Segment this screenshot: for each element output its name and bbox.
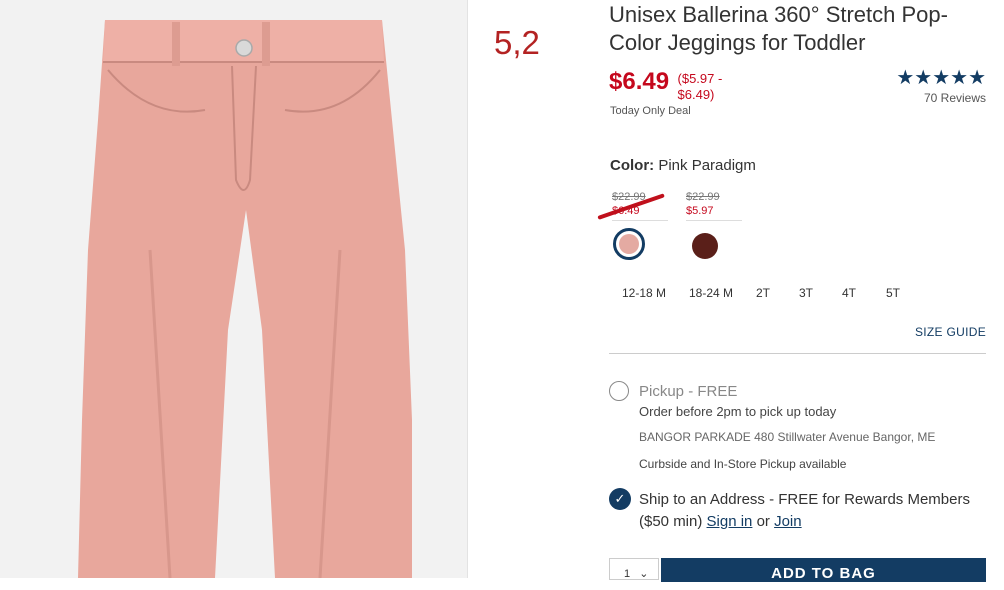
- original-price: $22.99: [686, 191, 720, 203]
- ship-option[interactable]: Ship to an Address - FREE for Rewards Me…: [639, 489, 979, 533]
- pickup-subtitle: Order before 2pm to pick up today: [639, 404, 837, 419]
- curbside-note: Curbside and In-Store Pickup available: [639, 457, 847, 471]
- swatch-sale-price: $5.97: [686, 205, 714, 217]
- size-2t[interactable]: 2T: [756, 286, 770, 300]
- swatch-brown[interactable]: [692, 233, 718, 259]
- divider: [609, 353, 986, 354]
- add-to-bag-button[interactable]: ADD TO BAG: [661, 558, 986, 582]
- size-18-24m[interactable]: 18-24 M: [689, 286, 733, 300]
- sign-in-link[interactable]: Sign in: [707, 513, 753, 530]
- swatch-pink[interactable]: [619, 234, 639, 254]
- price-range-low: ($5.97 -: [677, 71, 723, 86]
- annotation-label: 5,2: [494, 24, 540, 61]
- price-range: ($5.97 - $6.49): [678, 71, 723, 103]
- product-title: Unisex Ballerina 360° Stretch Pop-Color …: [609, 2, 948, 55]
- deal-label: Today Only Deal: [610, 105, 691, 117]
- pickup-title[interactable]: Pickup - FREE: [639, 383, 737, 400]
- color-selector-label: Color: Pink Paradigm: [610, 157, 756, 174]
- ship-or: or: [756, 513, 770, 530]
- store-address: BANGOR PARKADE 480 Stillwater Avenue Ban…: [639, 430, 936, 444]
- size-4t[interactable]: 4T: [842, 286, 856, 300]
- ship-checked-icon[interactable]: ✓: [609, 488, 631, 510]
- color-value: Pink Paradigm: [658, 157, 756, 174]
- size-guide-link[interactable]: SIZE GUIDE: [915, 325, 986, 339]
- price-range-high: $6.49): [677, 87, 715, 102]
- swatch-price-brown: $22.99 $5.97: [686, 190, 742, 221]
- reviews-link[interactable]: 70 Reviews: [896, 91, 986, 105]
- size-3t[interactable]: 3T: [799, 286, 813, 300]
- pickup-radio[interactable]: [609, 381, 629, 401]
- jeggings-image: [78, 20, 412, 578]
- join-link[interactable]: Join: [774, 513, 802, 530]
- quantity-value: 1: [624, 568, 631, 580]
- quantity-select[interactable]: 1 ⌄: [609, 558, 659, 580]
- product-image[interactable]: [0, 0, 468, 578]
- size-12-18m[interactable]: 12-18 M: [622, 286, 666, 300]
- size-5t[interactable]: 5T: [886, 286, 900, 300]
- ship-text: Ship to an Address - FREE for Rewards Me…: [639, 491, 970, 530]
- chevron-down-icon: ⌄: [639, 568, 649, 580]
- sale-price: $6.49: [609, 68, 670, 95]
- color-label: Color:: [610, 157, 655, 174]
- rating[interactable]: ★★★★★ 70 Reviews: [896, 68, 986, 105]
- price-block: $6.49 ($5.97 - $6.49): [609, 68, 722, 103]
- star-rating-icon: ★★★★★: [896, 67, 986, 89]
